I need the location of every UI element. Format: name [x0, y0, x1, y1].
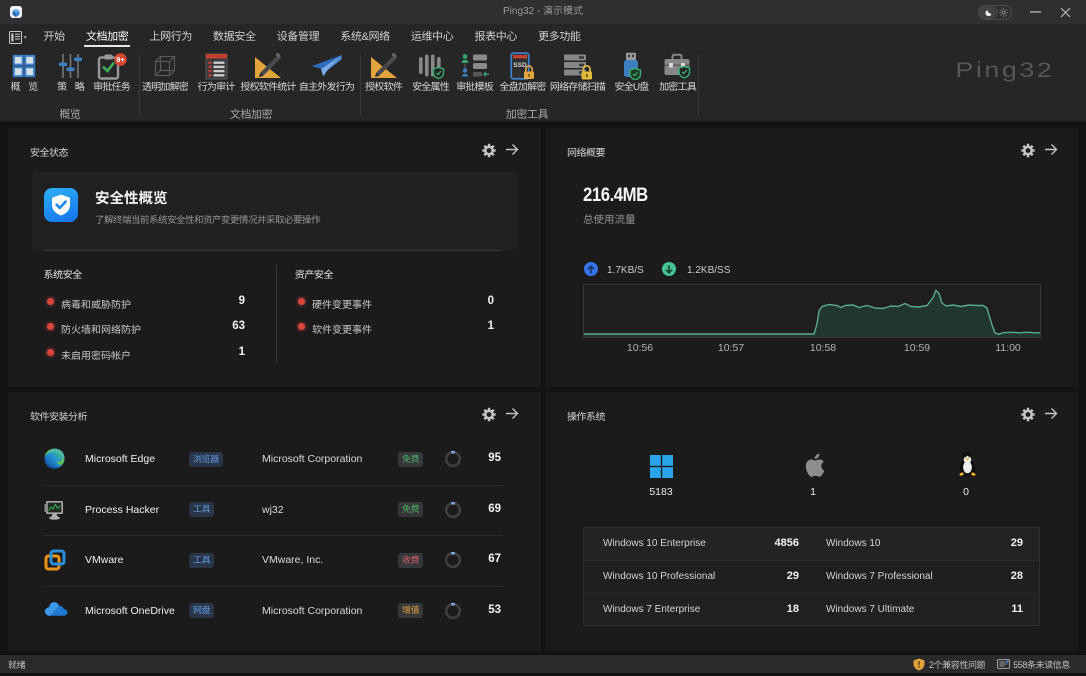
- svg-text:SSD: SSD: [513, 62, 527, 69]
- svg-text:9+: 9+: [116, 55, 125, 64]
